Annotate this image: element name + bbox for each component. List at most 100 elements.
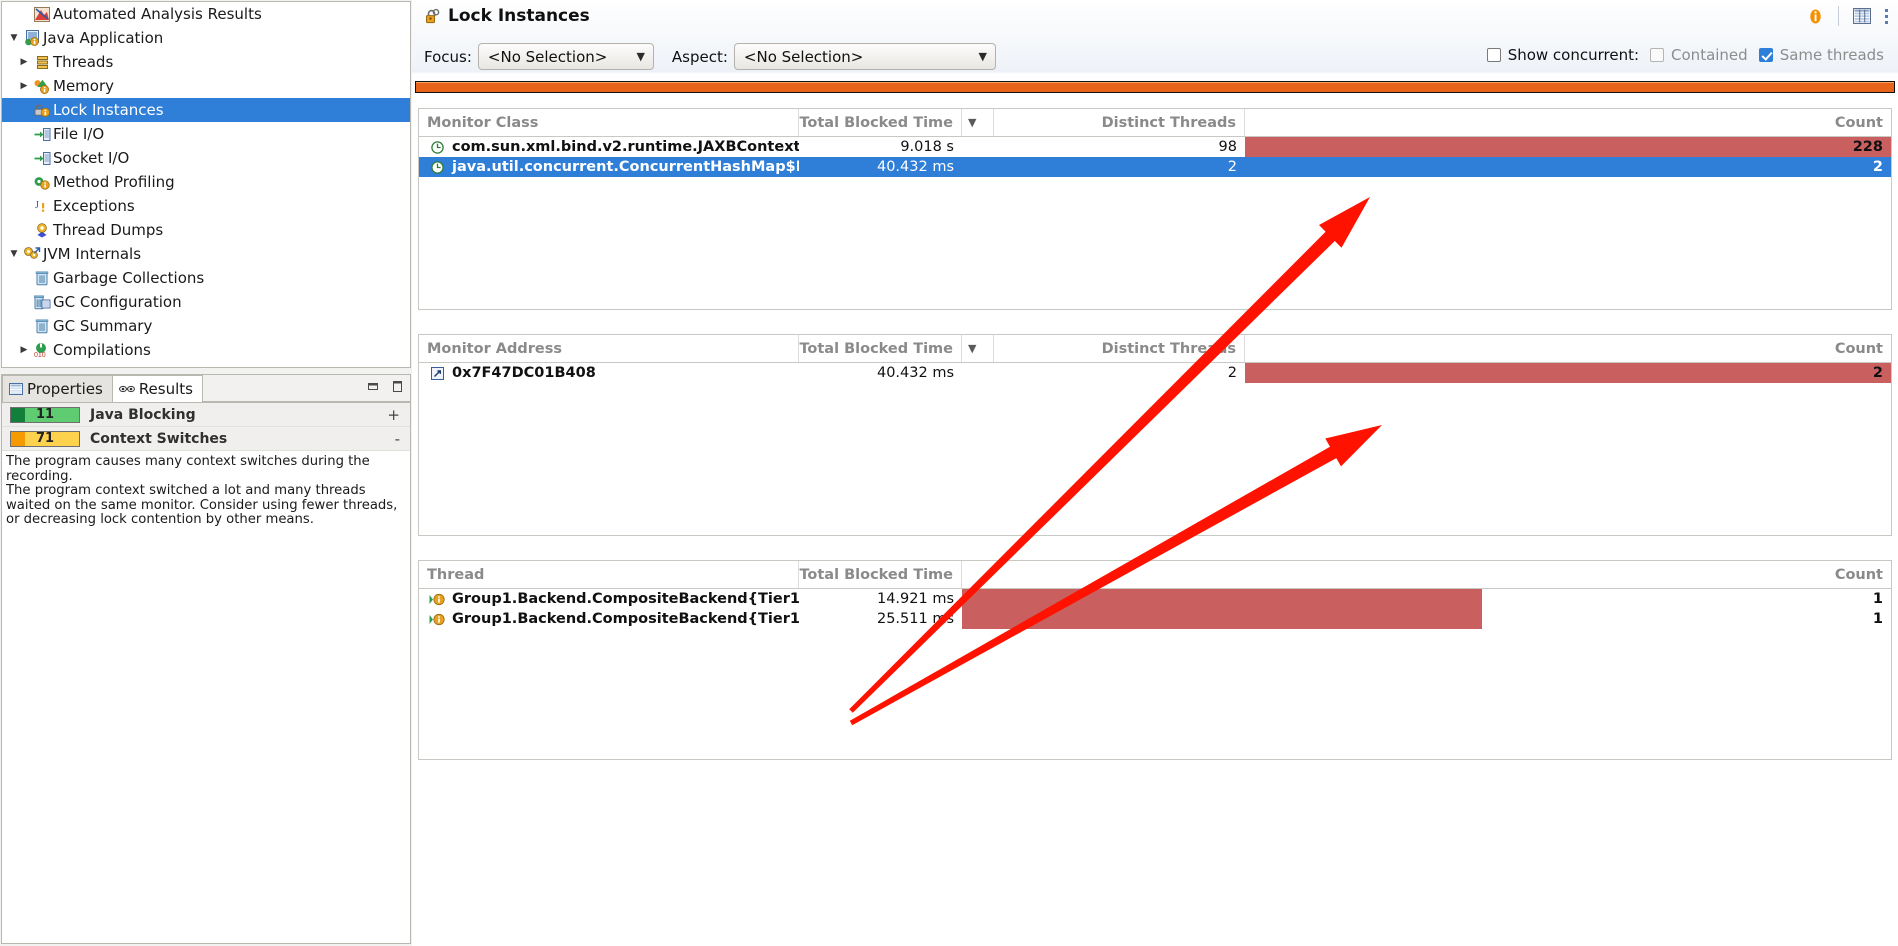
sidebar-item-label: Automated Analysis Results [53, 5, 262, 23]
table-row[interactable]: java.util.concurrent.ConcurrentHashMap$N… [419, 157, 1891, 177]
svg-text:J: J [35, 200, 39, 211]
monitor-address-icon [427, 366, 447, 380]
column-header-monitor-address[interactable]: Monitor Address [419, 335, 799, 362]
result-expander[interactable]: - [395, 430, 404, 448]
result-score-value: 71 [35, 431, 55, 446]
table-row[interactable]: com.sun.xml.bind.v2.runtime.JAXBContextI… [419, 137, 1891, 157]
sidebar-item-gc-summary[interactable]: GC Summary [2, 314, 410, 338]
chevron-right-icon[interactable]: ▶ [16, 338, 32, 362]
contained-checkbox[interactable] [1650, 48, 1665, 62]
column-header-distinct-threads[interactable]: Distinct Threads [994, 109, 1245, 136]
tab-results[interactable]: Results [111, 375, 203, 402]
result-title: Java Blocking [90, 406, 196, 423]
column-header-total-blocked-time[interactable]: Total Blocked Time [799, 109, 962, 136]
table-row[interactable]: Group1.Backend.CompositeBackend{Tier1}.1… [419, 589, 1891, 609]
table-header-row[interactable]: Monitor Class Total Blocked Time ▼ Distinct… [419, 109, 1891, 137]
sidebar-item-exceptions[interactable]: J Exceptions [2, 194, 410, 218]
same-threads-label: Same threads [1779, 46, 1884, 64]
tree-twisty-empty [16, 98, 32, 122]
column-header-total-blocked-time[interactable]: Total Blocked Time [799, 561, 962, 588]
sidebar-item-jvm-internals[interactable]: ▼ JVM Internals [2, 242, 410, 266]
aspect-select[interactable]: <No Selection> ▼ [733, 43, 996, 70]
trash-icon [32, 318, 52, 334]
tree-twisty-empty [16, 122, 32, 146]
count-bar-fill [962, 609, 1483, 629]
focus-select[interactable]: <No Selection> ▼ [477, 43, 654, 70]
panel-window-buttons[interactable] [366, 379, 404, 393]
sidebar-item-automated-analysis-results[interactable]: Automated Analysis Results [2, 2, 410, 26]
result-item[interactable]: 71 Context Switches - [2, 427, 410, 451]
left-column: Automated Analysis Results ▼ Java Applicat… [0, 0, 412, 946]
show-concurrent-group[interactable]: Show concurrent: Contained Same threads [1486, 46, 1884, 64]
monitor-class-table[interactable]: Monitor Class Total Blocked Time ▼ Distinct… [418, 108, 1892, 310]
chevron-down-icon[interactable]: ▼ [6, 242, 22, 266]
sidebar-item-thread-dumps[interactable]: Thread Dumps [2, 218, 410, 242]
sidebar-item-method-profiling[interactable]: Method Profiling [2, 170, 410, 194]
column-header-count[interactable]: Count [1245, 109, 1891, 136]
cell-count-value: 2 [1872, 159, 1883, 175]
result-expander[interactable]: + [387, 406, 404, 424]
column-header-total-blocked-time[interactable]: Total Blocked Time [799, 335, 962, 362]
properties-results-tabbar[interactable]: Properties Results [2, 375, 410, 403]
tab-properties[interactable]: Properties [2, 375, 113, 402]
cell-count-value: 228 [1852, 139, 1883, 155]
results-list[interactable]: 11 Java Blocking +71 Context Switches - [2, 403, 410, 451]
column-header-sort-indicator[interactable]: ▼ [962, 109, 994, 136]
column-header-sort-indicator[interactable]: ▼ [962, 335, 994, 362]
chevron-down-icon[interactable]: ▼ [6, 26, 22, 50]
result-item[interactable]: 11 Java Blocking + [2, 403, 410, 427]
column-header-thread[interactable]: Thread [419, 561, 799, 588]
sidebar-item-label: Java Application [43, 29, 164, 47]
sidebar-item-label: GC Configuration [53, 293, 182, 311]
sidebar-item-socket-i-o[interactable]: Socket I/O [2, 146, 410, 170]
table-row[interactable]: 0x7F47DC01B408 40.432 ms 2 2 [419, 363, 1891, 383]
chevron-right-icon[interactable]: ▶ [16, 50, 32, 74]
chevron-right-icon[interactable]: ▶ [16, 74, 32, 98]
time-range-bar[interactable] [415, 81, 1895, 93]
cell-total-blocked-time: 25.511 ms [876, 611, 954, 627]
cell-monitor-name: 0x7F47DC01B408 [419, 363, 799, 383]
minimize-button[interactable] [366, 379, 380, 393]
column-header-count[interactable]: Count [1245, 335, 1891, 362]
sidebar-item-java-application[interactable]: ▼ Java Application [2, 26, 410, 50]
sidebar-item-compilations[interactable]: ▶ 010 Compilations [2, 338, 410, 362]
header-icon-group[interactable] [1807, 6, 1888, 26]
count-bar-fill [1245, 137, 1891, 157]
score-lead-bar [11, 407, 25, 422]
same-threads-checkbox[interactable] [1758, 48, 1773, 62]
show-concurrent-checkbox[interactable] [1486, 48, 1501, 62]
sidebar-item-memory[interactable]: ▶ Memory [2, 74, 410, 98]
sidebar-item-threads[interactable]: ▶ Threads [2, 50, 410, 74]
monitor-address-table[interactable]: Monitor Address Total Blocked Time ▼ Distin… [418, 334, 1892, 536]
memory-icon [32, 79, 52, 94]
table-header-row[interactable]: Thread Total Blocked Time Count [419, 561, 1891, 589]
sidebar-item-label: Garbage Collections [53, 269, 205, 287]
sidebar-item-gc-configuration[interactable]: GC Configuration [2, 290, 410, 314]
column-header-count[interactable]: Count [962, 561, 1891, 588]
cell-monitor-name: com.sun.xml.bind.v2.runtime.JAXBContextI… [419, 137, 799, 157]
sidebar-item-lock-instances[interactable]: Lock Instances [2, 98, 410, 122]
sidebar-item-garbage-collections[interactable]: Garbage Collections [2, 266, 410, 290]
contained-label: Contained [1671, 46, 1748, 64]
tree-twisty-empty [16, 314, 32, 338]
thread-table[interactable]: Thread Total Blocked Time Count Group1.Back… [418, 560, 1892, 760]
maximize-button[interactable] [390, 379, 404, 393]
chevron-down-icon: ▼ [978, 50, 987, 63]
count-bar-fill [1245, 363, 1891, 383]
sidebar-item-label: Lock Instances [53, 101, 164, 119]
outline-tree[interactable]: Automated Analysis Results ▼ Java Applicat… [1, 1, 411, 368]
monitor-class-icon [427, 140, 447, 154]
column-header-monitor-class[interactable]: Monitor Class [419, 109, 799, 136]
sidebar-item-file-i-o[interactable]: File I/O [2, 122, 410, 146]
overflow-menu-icon[interactable] [1885, 8, 1888, 24]
results-body: 11 Java Blocking +71 Context Switches - The … [2, 403, 410, 943]
column-header-distinct-threads[interactable]: Distinct Threads [994, 335, 1245, 362]
table-row[interactable]: Group1.Backend.CompositeBackend{Tier1}.9… [419, 609, 1891, 629]
sort-descending-icon: ▼ [968, 342, 977, 355]
cell-count-bar: 1 [962, 609, 1891, 629]
info-icon[interactable] [1807, 8, 1824, 25]
table-view-icon[interactable] [1853, 8, 1871, 24]
count-bar-fill [962, 589, 1483, 609]
table-header-row[interactable]: Monitor Address Total Blocked Time ▼ Distin… [419, 335, 1891, 363]
view-header: Lock Instances [412, 0, 1898, 40]
